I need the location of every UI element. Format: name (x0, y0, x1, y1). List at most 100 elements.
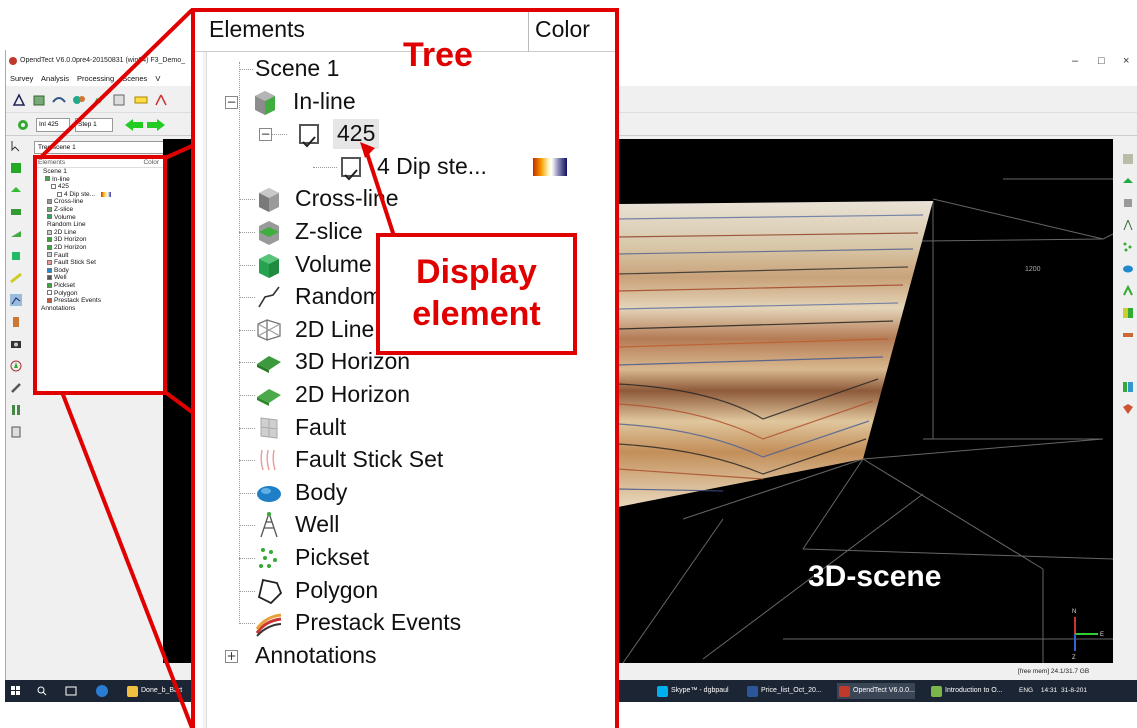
well-tie-icon[interactable] (10, 404, 22, 416)
2d-line-icon (257, 318, 281, 341)
tray-language[interactable]: ENG (1019, 687, 1033, 694)
crossplot-tool-icon[interactable] (72, 93, 86, 107)
tree-item-label: 2D Line (295, 315, 375, 342)
tree-item-label: Prestack Events (295, 609, 462, 636)
attribute-tool-icon[interactable] (52, 93, 66, 107)
tree-item-body[interactable]: Body (195, 476, 615, 509)
tools-icon[interactable] (10, 382, 22, 394)
tree-item-fault[interactable]: Fault (195, 411, 615, 444)
fault-display-icon[interactable] (1122, 285, 1134, 297)
svg-text:E: E (1100, 632, 1104, 638)
tree-item-pickset[interactable]: Pickset (195, 541, 615, 574)
elements-column-header[interactable]: Elements (209, 16, 305, 43)
tree-item-in-line[interactable]: − In-line (195, 85, 615, 118)
tree-item-prestack-events[interactable]: Prestack Events (195, 606, 615, 639)
randomline-add-icon[interactable] (10, 272, 22, 284)
visibility-checkbox[interactable] (341, 156, 361, 181)
left-tool-strip (6, 140, 28, 670)
pointer-icon[interactable] (10, 140, 22, 152)
tree-connector (239, 362, 255, 364)
tree-item-fault-stick-set[interactable]: Fault Stick Set (195, 443, 615, 476)
import-tool-icon[interactable] (32, 93, 46, 107)
visibility-checkbox[interactable] (299, 124, 319, 148)
color-column-header[interactable]: Color (535, 16, 590, 43)
taskbar-item-opendtect[interactable]: OpendTect V6.0.0... (837, 683, 915, 699)
taskbar-item-skype[interactable]: Skype™ - dgbpaul (655, 683, 729, 699)
tree-connector (239, 427, 255, 429)
taskbar-item-introduction[interactable]: Introduction to O... (929, 683, 1003, 699)
surface-display-icon[interactable] (1122, 329, 1134, 341)
prestack-tool-icon[interactable] (154, 93, 168, 107)
screenshot-stage: OpendTect V6.0.0pre4-20150831 (win64) F3… (0, 0, 1137, 728)
menu-survey[interactable]: Survey (10, 74, 33, 83)
graph-tool-icon[interactable] (10, 294, 22, 306)
previous-slice-arrow-icon[interactable] (124, 118, 144, 132)
pickset-display-icon[interactable] (1122, 241, 1134, 253)
tray-time[interactable]: 14:31 (1041, 687, 1057, 694)
tree-connector (239, 492, 255, 494)
inline-add-icon[interactable] (10, 162, 22, 174)
tree-connector (239, 264, 255, 266)
zslice-add-icon[interactable] (10, 228, 22, 240)
tree-connector (239, 525, 255, 527)
menu-processing[interactable]: Processing (77, 74, 114, 83)
scene-axis-tick: 1200 (1025, 266, 1041, 273)
system-tray: ENG 14:31 31-8-201 (1019, 680, 1087, 702)
tree-item-label: Fault (295, 413, 347, 440)
tree-item-2d-horizon[interactable]: 2D Horizon (195, 378, 615, 411)
search-icon[interactable] (37, 686, 47, 696)
legend-display-icon[interactable] (1122, 381, 1134, 393)
folder-icon (127, 686, 138, 697)
layer-display-icon[interactable] (1122, 307, 1134, 319)
collapse-icon[interactable]: − (225, 95, 238, 109)
maximize-button[interactable]: □ (1098, 50, 1105, 72)
opendtect-logo-icon (9, 57, 17, 65)
horizon-display-icon[interactable] (1122, 175, 1134, 187)
task-view-icon[interactable] (65, 686, 77, 696)
close-button[interactable]: × (1123, 50, 1129, 72)
next-slice-arrow-icon[interactable] (146, 118, 166, 132)
minimize-button[interactable]: – (1072, 50, 1078, 72)
compass-icon[interactable] (10, 360, 22, 372)
well-icon (260, 512, 278, 538)
tree-connector (239, 199, 255, 201)
survey-tool-icon[interactable] (12, 93, 26, 107)
windows-start-icon[interactable] (11, 686, 21, 696)
tree-item-label: Polygon (295, 576, 379, 603)
display-element-line1: Display (416, 253, 537, 291)
grid-tool-icon[interactable] (112, 93, 126, 107)
tree-item-label: Fault Stick Set (295, 446, 444, 473)
cube-display-icon[interactable] (1122, 197, 1134, 209)
seismic-inline-slice[interactable] (618, 201, 933, 507)
seismic-display-icon[interactable] (1122, 153, 1134, 165)
window-title: OpendTect V6.0.0pre4-20150831 (win64) F3… (20, 57, 185, 64)
annotation-arrow-icon (360, 142, 396, 237)
display-element-line2: element (412, 295, 541, 333)
color-bar-icon[interactable] (533, 157, 567, 176)
map-display-icon[interactable] (1122, 403, 1134, 415)
tree-item-well[interactable]: Well (195, 508, 615, 541)
edge-browser-icon[interactable] (95, 684, 109, 698)
well-display-icon[interactable] (1122, 219, 1134, 231)
menu-view[interactable]: V (155, 74, 160, 83)
tree-annotation: Tree (403, 36, 473, 74)
opendtect-icon (839, 686, 850, 697)
volume-add-icon[interactable] (10, 250, 22, 262)
color-scale-icon[interactable] (10, 316, 22, 328)
prestack-icon (255, 613, 282, 637)
settings-gear-icon[interactable] (16, 118, 30, 132)
tree-item-annotations[interactable]: + Annotations (195, 639, 615, 672)
menu-analysis[interactable]: Analysis (41, 74, 69, 83)
wavelet-tool-icon[interactable] (134, 93, 148, 107)
taskbar-item-price-list[interactable]: Price_list_Oct_20... (745, 683, 822, 699)
camera-icon[interactable] (10, 338, 22, 350)
horizon-add-icon[interactable] (10, 184, 22, 196)
expand-icon[interactable]: + (225, 649, 238, 663)
collapse-icon[interactable]: − (259, 128, 272, 142)
crossline-add-icon[interactable] (10, 206, 22, 218)
log-icon[interactable] (10, 426, 22, 438)
body-display-icon[interactable] (1122, 263, 1134, 275)
tree-item-polygon[interactable]: Polygon (195, 574, 615, 607)
tray-date[interactable]: 31-8-201 (1061, 687, 1087, 694)
tree-connector (239, 623, 255, 625)
